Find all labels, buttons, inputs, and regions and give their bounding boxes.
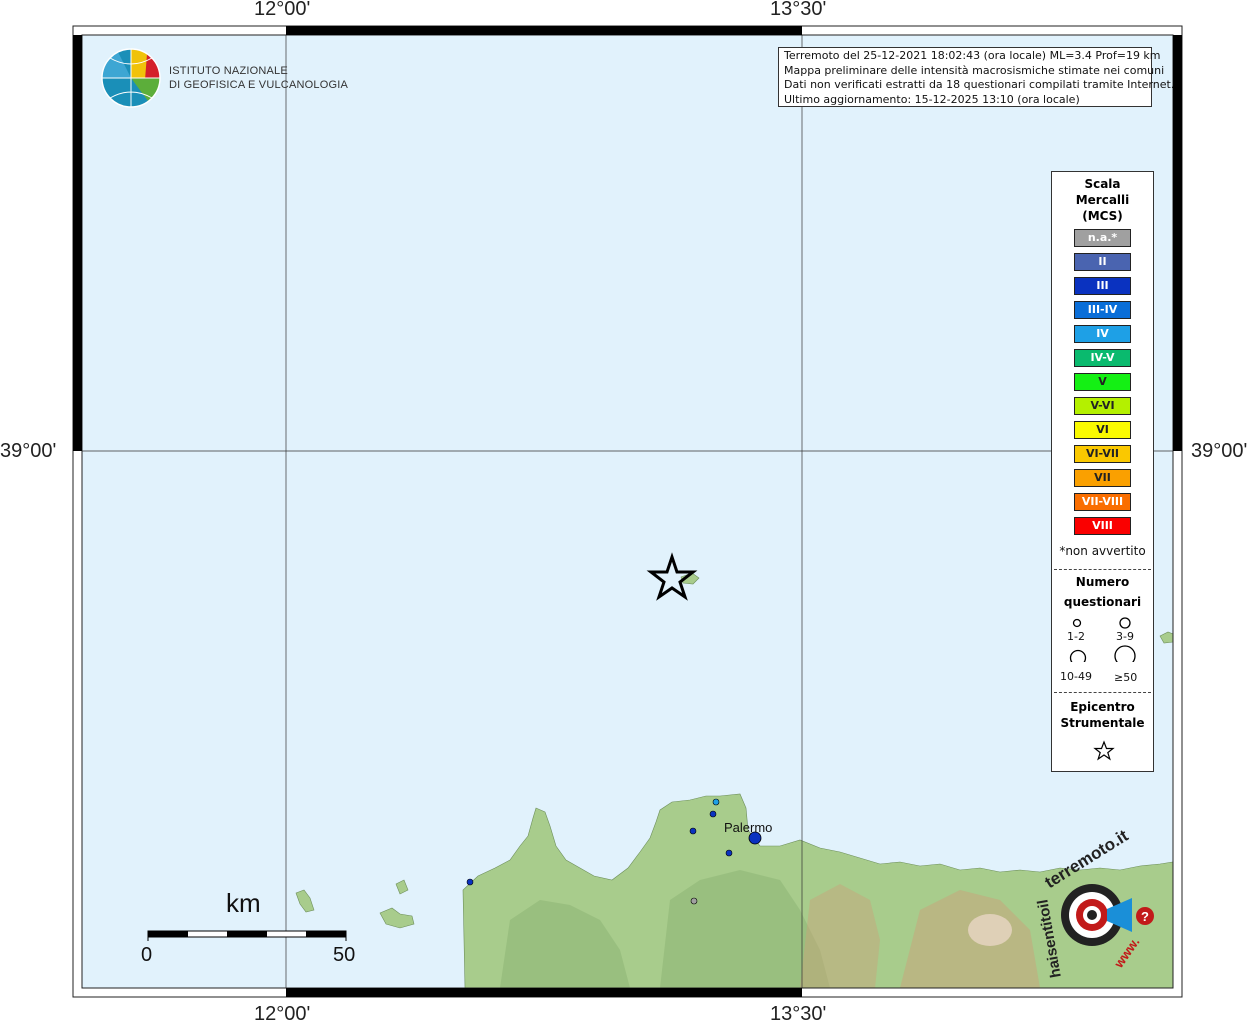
lat-label-right: 39°00' [1191,440,1248,462]
size-symbol-small [1072,618,1082,628]
relief-madonie [800,884,880,988]
legend-swatch: VIII [1074,517,1131,535]
legend-swatch: III [1074,277,1131,295]
scale-max: 50 [333,944,356,966]
legend-divider [1054,569,1151,570]
legend-note: *non avvertito [1059,544,1146,558]
lon-label-bottom-right: 13°30' [770,1003,827,1025]
legend-swatch: VI-VII [1074,445,1131,463]
observation-point[interactable] [466,878,474,886]
size-symbol-large [1069,649,1087,662]
count-title-2: questionari [1063,595,1142,609]
epicenter-legend-star-icon [1093,740,1115,761]
frame-seg-right [1173,35,1182,451]
sea [82,35,1173,988]
legend-swatch: III-IV [1074,301,1131,319]
frame-seg-bottom [286,988,802,997]
event-info-line-4: Ultimo aggiornamento: 15-12-2025 13:10 (… [784,92,1080,106]
institute-name: ISTITUTO NAZIONALE DI GEOFISICA E VULCAN… [169,64,348,92]
lon-label-top-right: 13°30' [770,0,827,20]
observation-point[interactable] [712,798,720,806]
legend-swatch: II [1074,253,1131,271]
epicenter-title-2: Strumentale [1060,716,1145,730]
scale-min: 0 [141,944,153,966]
size-label-50: ≥50 [1114,671,1138,684]
legend-swatch: V [1074,373,1131,391]
count-title-1: Numero [1075,575,1130,589]
institute-line-1: ISTITUTO NAZIONALE [169,65,288,77]
event-info-box: Terremoto del 25-12-2021 18:02:43 (ora l… [778,47,1175,107]
legend-panel: Scala Mercalli (MCS) n.a.* II III III-IV IV I… [1051,171,1154,772]
observation-point[interactable] [690,897,698,905]
size-label-3-9: 3-9 [1116,630,1134,643]
epicenter-title-1: Epicentro [1070,700,1135,714]
legend-swatch: VI [1074,421,1131,439]
lon-label-top-left: 12°00' [254,0,311,20]
ingv-logo-icon [101,48,161,108]
frame-seg-left [73,35,82,451]
legend-swatch: VII [1074,469,1131,487]
legend-divider [1054,692,1151,693]
scale-unit: km [226,888,261,918]
size-label-1-2: 1-2 [1067,630,1085,643]
legend-swatch: VII-VIII [1074,493,1131,511]
lat-label-left: 39°00' [0,440,57,462]
relief-peak [968,914,1012,946]
size-symbol-xlarge [1114,645,1136,662]
institute-line-2: DI GEOFISICA E VULCANOLOGIA [169,79,348,91]
size-symbol-medium [1119,617,1131,629]
city-label-palermo: Palermo [724,820,773,835]
svg-text:?: ? [1141,909,1149,924]
legend-title: Scala Mercalli (MCS) [1075,177,1130,223]
legend-swatch: n.a.* [1074,229,1131,247]
lon-label-bottom-left: 12°00' [254,1003,311,1025]
legend-swatch: IV-V [1074,349,1131,367]
event-info-line-1: Terremoto del 25-12-2021 18:02:43 (ora l… [784,49,1161,62]
observation-point[interactable] [709,810,717,818]
legend-swatch: IV [1074,325,1131,343]
observation-point[interactable] [689,827,697,835]
frame-seg-top [286,26,802,35]
event-info-line-3: Dati non verificati estratti da 18 quest… [784,78,1175,91]
observation-point[interactable] [725,849,733,857]
size-label-10-49: 10-49 [1060,670,1092,683]
legend-swatch: V-VI [1074,397,1131,415]
event-info-line-2: Mappa preliminare delle intensità macros… [784,63,1165,77]
